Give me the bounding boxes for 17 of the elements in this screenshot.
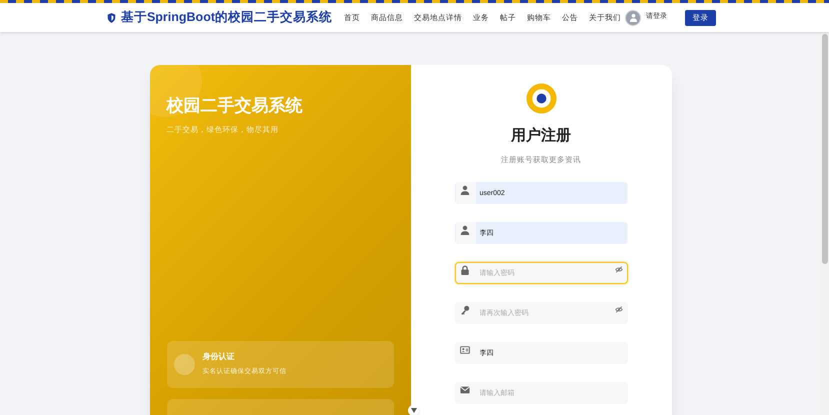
person-icon (460, 184, 470, 195)
key-icon (460, 304, 470, 315)
person-icon (460, 224, 470, 235)
feature-icon (174, 354, 194, 375)
down-arrow-icon (410, 408, 416, 413)
avatar[interactable] (625, 10, 641, 26)
shield-icon (107, 12, 116, 24)
logo-icon (526, 83, 556, 114)
intro-title: 校园二手交易系统 (166, 95, 304, 117)
id-card-icon (460, 344, 470, 355)
site-title: 基于SpringBoot的校园二手交易系统 (120, 9, 332, 26)
person-icon (628, 13, 638, 22)
eye-slash-icon[interactable] (614, 306, 622, 314)
feature-title: 身份认证 (202, 351, 236, 364)
lock-icon (460, 264, 470, 275)
eye-slash-icon[interactable] (614, 266, 622, 274)
form-title: 用户注册 (511, 126, 571, 146)
